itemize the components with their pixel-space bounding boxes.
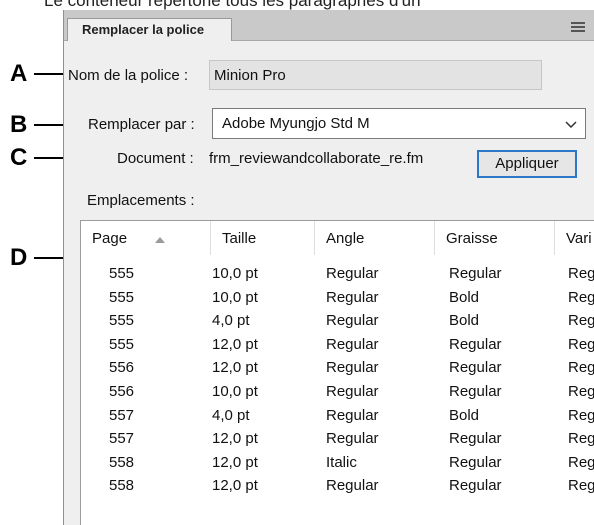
table-cell[interactable]: 10,0 pt bbox=[212, 383, 258, 400]
table-cell[interactable]: Reg bbox=[568, 312, 594, 329]
table-cell[interactable]: Regular bbox=[326, 407, 379, 424]
table-cell[interactable]: 556 bbox=[109, 383, 134, 400]
document-label: Document : bbox=[117, 150, 194, 167]
table-cell[interactable]: 555 bbox=[109, 336, 134, 353]
table-cell[interactable]: Regular bbox=[326, 289, 379, 306]
callout-c: C bbox=[10, 144, 28, 171]
locations-table: Page Taille Angle Graisse Vari 555 10,0 p… bbox=[80, 220, 594, 525]
table-cell[interactable]: Reg bbox=[568, 289, 594, 306]
table-cell[interactable]: Reg bbox=[568, 407, 594, 424]
apply-button[interactable]: Appliquer bbox=[477, 150, 577, 178]
table-cell[interactable]: 555 bbox=[109, 265, 134, 282]
table-cell[interactable]: Regular bbox=[326, 477, 379, 494]
table-cell[interactable]: 12,0 pt bbox=[212, 359, 258, 376]
callout-a: A bbox=[10, 60, 28, 87]
table-cell[interactable]: 555 bbox=[109, 289, 134, 306]
table-cell[interactable]: Regular bbox=[449, 265, 502, 282]
document-value: frm_reviewandcollaborate_re.fm bbox=[209, 150, 424, 167]
table-cell[interactable]: Regular bbox=[326, 430, 379, 447]
table-cell[interactable]: 12,0 pt bbox=[212, 336, 258, 353]
table-cell[interactable]: Bold bbox=[449, 289, 479, 306]
replace-font-value: Adobe Myungjo Std M bbox=[222, 115, 370, 132]
hamburger-menu-icon[interactable] bbox=[571, 22, 585, 32]
font-name-value: Minion Pro bbox=[214, 67, 286, 84]
column-header-size[interactable]: Taille bbox=[211, 221, 315, 255]
table-cell[interactable]: 4,0 pt bbox=[212, 407, 250, 424]
table-cell[interactable]: Regular bbox=[326, 336, 379, 353]
chevron-down-icon bbox=[565, 121, 577, 129]
table-cell[interactable]: 555 bbox=[109, 312, 134, 329]
table-cell[interactable]: 10,0 pt bbox=[212, 265, 258, 282]
table-cell[interactable]: Regular bbox=[449, 383, 502, 400]
table-cell[interactable]: Bold bbox=[449, 407, 479, 424]
table-cell[interactable]: Regular bbox=[326, 312, 379, 329]
table-cell[interactable]: 10,0 pt bbox=[212, 289, 258, 306]
callout-b: B bbox=[10, 111, 28, 138]
column-header-label: Graisse bbox=[446, 230, 498, 247]
table-cell[interactable]: Bold bbox=[449, 312, 479, 329]
table-cell[interactable]: Reg bbox=[568, 265, 594, 282]
table-cell[interactable]: 4,0 pt bbox=[212, 312, 250, 329]
column-header-page[interactable]: Page bbox=[81, 221, 211, 255]
table-cell[interactable]: 557 bbox=[109, 407, 134, 424]
column-header-label: Page bbox=[92, 230, 128, 247]
tab-replace-font[interactable]: Remplacer la police bbox=[67, 18, 232, 41]
table-cell[interactable]: Regular bbox=[449, 430, 502, 447]
table-cell[interactable]: Reg bbox=[568, 430, 594, 447]
table-cell[interactable]: 557 bbox=[109, 430, 134, 447]
sort-ascending-icon bbox=[155, 237, 165, 243]
table-cell[interactable]: 12,0 pt bbox=[212, 454, 258, 471]
replace-font-select[interactable]: Adobe Myungjo Std M bbox=[212, 108, 586, 139]
table-cell[interactable]: Reg bbox=[568, 336, 594, 353]
font-name-label: Nom de la police : bbox=[68, 67, 189, 84]
panel-tab-bar: Remplacer la police bbox=[64, 10, 594, 41]
column-header-variation[interactable]: Vari bbox=[555, 221, 594, 255]
column-header-angle[interactable]: Angle bbox=[315, 221, 435, 255]
table-cell[interactable]: Regular bbox=[449, 477, 502, 494]
table-cell[interactable]: Reg bbox=[568, 359, 594, 376]
replace-with-label: Remplacer par : bbox=[88, 116, 195, 133]
table-cell[interactable]: Italic bbox=[326, 454, 357, 471]
column-header-label: Vari bbox=[566, 230, 592, 247]
table-cell[interactable]: Regular bbox=[449, 336, 502, 353]
replace-font-panel: Remplacer la police Nom de la police : M… bbox=[63, 10, 594, 525]
table-cell[interactable]: 556 bbox=[109, 359, 134, 376]
table-cell[interactable]: Regular bbox=[449, 359, 502, 376]
column-header-label: Taille bbox=[222, 230, 257, 247]
callout-a-line bbox=[34, 73, 66, 75]
table-cell[interactable]: Reg bbox=[568, 383, 594, 400]
table-cell[interactable]: 12,0 pt bbox=[212, 430, 258, 447]
table-cell[interactable]: Regular bbox=[326, 383, 379, 400]
table-cell[interactable]: Reg bbox=[568, 454, 594, 471]
callout-d: D bbox=[10, 244, 28, 271]
column-header-label: Angle bbox=[326, 230, 365, 247]
table-cell[interactable]: Regular bbox=[326, 265, 379, 282]
table-cell[interactable]: Regular bbox=[326, 359, 379, 376]
table-cell[interactable]: 558 bbox=[109, 477, 134, 494]
table-cell[interactable]: 12,0 pt bbox=[212, 477, 258, 494]
table-cell[interactable]: Reg bbox=[568, 477, 594, 494]
table-cell[interactable]: 558 bbox=[109, 454, 134, 471]
column-header-weight[interactable]: Graisse bbox=[435, 221, 555, 255]
locations-label: Emplacements : bbox=[87, 192, 195, 209]
table-cell[interactable]: Regular bbox=[449, 454, 502, 471]
